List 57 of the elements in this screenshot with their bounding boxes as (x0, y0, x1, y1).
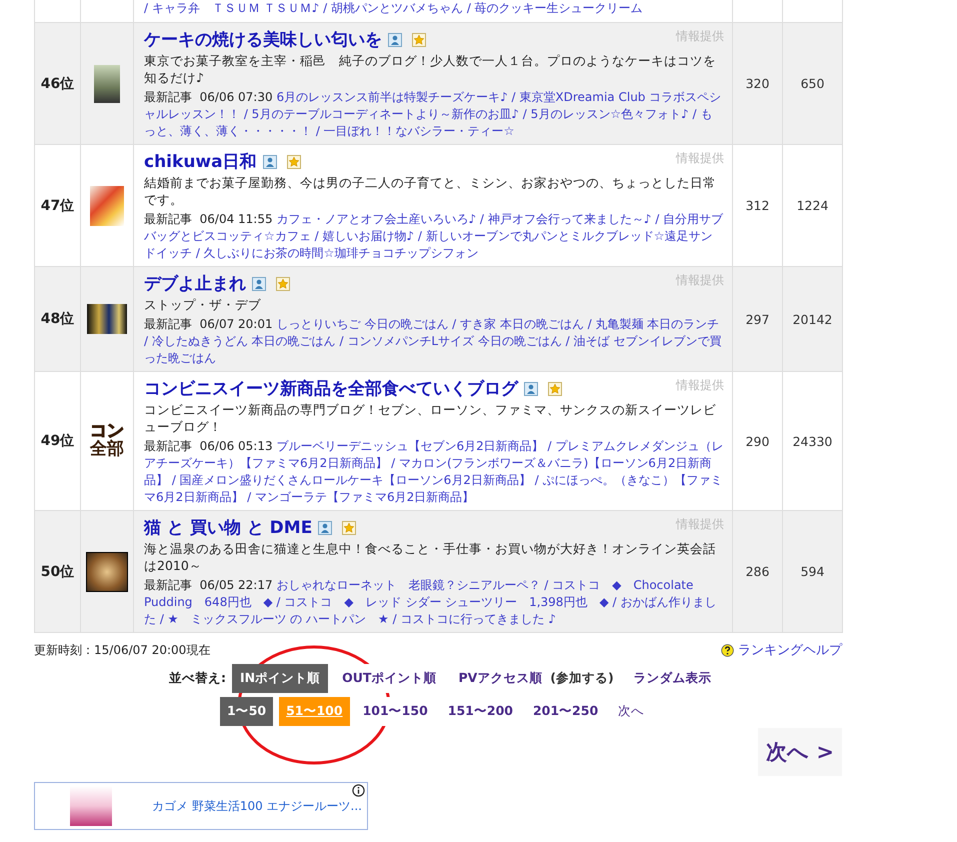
in-points: 297 (746, 312, 770, 326)
blog-title-link[interactable]: chikuwa日和 (144, 150, 257, 173)
blog-description: 東京でお菓子教室を主宰・稲邑 純子のブログ！少人数で一人１台。プロのようなケーキはコツを知るだけ♪ (144, 52, 717, 86)
ad-link[interactable]: カゴメ 野菜生活100 エナジールーツ... (152, 798, 362, 814)
blog-description: 結婚前までお菓子屋勤務、今は男の子二人の子育てと、ミシン、お家おやつの、ちょっとした日常です。 (144, 174, 717, 208)
help-icon[interactable] (721, 644, 734, 656)
in-points: 286 (746, 564, 770, 579)
rank-label: 46位 (40, 74, 74, 92)
star-icon[interactable] (286, 154, 301, 168)
page-link[interactable]: 1〜50 (220, 697, 274, 726)
star-icon[interactable] (276, 276, 290, 290)
latest-posts-text[interactable]: 最新記事 06/07 20:01 しっとりいちご 今日の晩ごはん / すき家 本日の晩ごはん / 丸亀製麺 本日のランチ / 冷したぬきうどん 本日の晩ごはん / コンソメパンチLサイズ 今日の晩ごはん / 油そば セブンイレブンで買った晩ごはん (144, 316, 724, 367)
star-icon[interactable] (548, 382, 562, 396)
blog-logo[interactable]: コン 全部 (90, 423, 124, 459)
in-points: 290 (746, 434, 770, 448)
article-link-list[interactable]: / キャラ弁 ＴＳＵＭ ＴＳＵＭ♪ / 胡桃パンとツバメちゃん / 苺のクッキー生シュークリーム (144, 1, 643, 15)
blog-title-link[interactable]: コンビニスイーツ新商品を全部食べていくブログ (144, 377, 518, 400)
update-time: 更新時刻：15/06/07 20:00現在 (34, 642, 210, 658)
out-points: 594 (800, 564, 824, 579)
photo-placeholder[interactable] (94, 64, 120, 102)
ad-banner[interactable]: カゴメ 野菜生活100 エナジールーツ... (34, 782, 368, 830)
out-points: 650 (800, 76, 824, 91)
blog-description: コンビニスイーツ新商品の専門ブログ！セブン、ローソン、ファミマ、サンクスの新スイーツレビューブログ！ (144, 401, 717, 435)
next-page-button[interactable]: 次へ > (758, 728, 842, 776)
blog-title-link[interactable]: 猫 と 買い物 と DME (144, 516, 312, 539)
info-icon[interactable] (352, 784, 365, 797)
out-points: 24330 (792, 434, 832, 448)
out-points: 1224 (796, 198, 828, 213)
blog-description: 海と温泉のある田舎に猫達と生息中！食べること・手仕事・お買い物が大好き！オンライン英会話は2010～ (144, 540, 717, 574)
latest-posts-text[interactable]: 最新記事 06/06 05:13 ブルーベリーデニッシュ【セブン6月2日新商品】 / プレミアムクレメダンジュ（レアチーズケーキ）【ファミマ6月2日新商品】 / マカロン(フランボワーズ＆バニラ)【ローソン6月2日新商品】 / 国産メロン盛りだくさんロールケーキ【ローソン6月2日新商品】 / ぷにほっぺ。（きなこ）【ファミマ6月2日新商品】 / マンゴーラテ【ファミマ6月2日新商品】 (144, 438, 724, 506)
sort-label: 並べ替え: (169, 670, 226, 687)
in-points: 320 (746, 76, 770, 91)
in-points: 312 (746, 198, 770, 213)
sort-option[interactable]: INポイント順 (232, 664, 328, 693)
ranking-help-link[interactable]: ランキングヘルプ (738, 641, 842, 659)
rank-label: 49位 (40, 432, 74, 450)
product-image-placeholder (70, 786, 112, 826)
latest-posts-text[interactable]: 最新記事 06/04 11:55 カフェ・ノアとオフ会土産いろいろ♪ / 神戸オフ会行って来ました～♪ / 自分用サブバッグとビスコッティ☆カフェ / 嬉しいお届け物♪ / 新しいオーブンで丸パンとミルクブレッド☆遠足サンドイッチ / 久しぶりにお茶の時間☆珈琲チョコチップシフォン (144, 211, 724, 262)
join-note: (参加する) (550, 670, 614, 687)
star-icon[interactable] (342, 520, 356, 534)
profile-icon[interactable] (262, 154, 277, 168)
profile-icon[interactable] (252, 276, 266, 290)
blog-description: ストップ・ザ・デブ (144, 296, 262, 313)
blog-title-link[interactable]: デブよ止まれ (144, 272, 246, 295)
rank-label: 50位 (40, 562, 74, 580)
profile-icon[interactable] (524, 382, 538, 396)
out-points: 20142 (792, 312, 832, 326)
blog-title-link[interactable]: ケーキの焼ける美味しい匂いを (144, 28, 382, 51)
profile-icon[interactable] (388, 32, 402, 46)
profile-icon[interactable] (318, 520, 332, 534)
latest-posts-text[interactable]: 最新記事 06/06 07:30 6月のレッスンス前半は特製チーズケーキ♪ / 東京堂XDreamia Club コラボスペシャルレッスン！！ / 5月のテーブルコーディネートより～新作のお皿♪ / 5月のレッスン☆色々フォト♪ / もっと、薄く、薄く・・・・・！ / 一目ぼれ！！なバシラー・ティー☆ (144, 89, 724, 140)
latest-posts-text[interactable]: 最新記事 06/05 22:17 おしゃれなローネット 老眼鏡？シニアルーペ？ / コストコ ◆ Chocolate Pudding 648円也 ◆ / コストコ ◆ レッド シダー シューツリー 1,398円也 ◆ / おかばん作りました / ★ ミックスフルーツ の ハートパン ★ / コストコに行ってきました ♪ (144, 577, 724, 628)
rank-label: 47位 (40, 196, 74, 214)
photo-placeholder[interactable] (87, 304, 127, 334)
rank-label: 48位 (40, 310, 74, 328)
photo-placeholder[interactable] (86, 552, 128, 592)
star-icon[interactable] (412, 32, 426, 46)
